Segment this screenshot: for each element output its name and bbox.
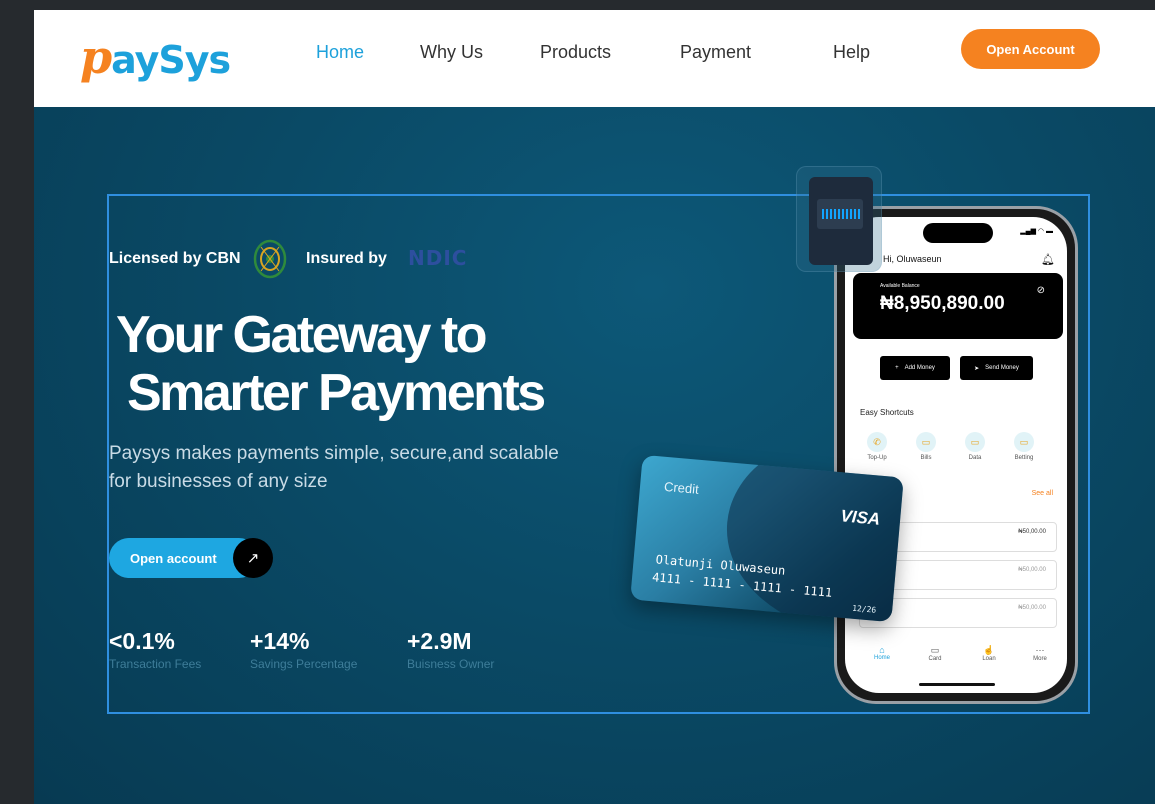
shortcut-bills: ▭ Bills <box>911 432 941 461</box>
pos-terminal-body <box>809 177 873 265</box>
stat-savings-value: +14% <box>250 628 310 654</box>
send-icon: ➤ <box>974 365 980 372</box>
stat-transaction-fees-value: <0.1% <box>109 628 175 654</box>
home-indicator <box>919 683 995 686</box>
tab-loan: ☝ Loan <box>974 645 1004 662</box>
tv-icon: ▭ <box>1014 432 1034 452</box>
home-icon: ⌂ <box>879 645 885 655</box>
eye-off-icon: ⊘ <box>1036 285 1045 296</box>
shortcut-betting: ▭ Betting <box>1009 432 1039 461</box>
balance-card: Available Balance ₦8,950,890.00 ⊘ <box>853 273 1063 339</box>
dynamic-island <box>923 223 993 243</box>
hero-subtext: Paysys makes payments simple, secure,and… <box>109 443 559 492</box>
licensed-by-cbn-text: Licensed by CBN <box>109 250 241 267</box>
add-money-button: + Add Money <box>880 356 950 380</box>
plus-icon: + <box>895 365 899 371</box>
tab-home: ⌂ Home <box>867 645 897 661</box>
phone-screen: ▂▄▆ ◠ ▬ Hi, Oluwaseun 🔔︎ Available Balan… <box>845 217 1067 693</box>
tab-card: ▭ Card <box>920 645 950 662</box>
insured-by-text: Insured by <box>306 250 387 267</box>
card-type-label: Credit <box>663 478 700 497</box>
arrow-up-right-icon[interactable]: ↗ <box>233 538 273 578</box>
headline-line-2: Smarter Payments <box>127 364 546 422</box>
pos-terminal-slot <box>822 209 860 219</box>
balance-label: Available Balance <box>880 283 920 289</box>
phone-icon: ✆ <box>867 432 887 452</box>
top-navbar: paySys Home Why Us Products Payment Help… <box>34 10 1155 107</box>
hero-headline: Your Gateway to Smarter Payments <box>116 306 546 422</box>
landing-page: paySys Home Why Us Products Payment Help… <box>34 10 1155 804</box>
open-account-hero-button[interactable]: Open account ↗ <box>109 538 273 578</box>
bell-icon: 🔔︎ <box>1041 254 1055 266</box>
see-all-link: See all <box>1031 490 1053 497</box>
loan-icon: ☝ <box>983 645 995 655</box>
stat-savings-label: Savings Percentage <box>250 657 358 671</box>
nav-home[interactable]: Home <box>316 42 364 63</box>
more-icon: ⋯ <box>1035 645 1045 655</box>
tv-icon: ▭ <box>965 432 985 452</box>
nav-why-us[interactable]: Why Us <box>420 42 483 63</box>
phone-greeting: Hi, Oluwaseun <box>883 254 942 264</box>
pos-terminal-icon <box>796 166 882 272</box>
paysys-logo[interactable]: paySys <box>80 30 231 84</box>
tv-icon: ▭ <box>916 432 936 452</box>
tab-more: ⋯ More <box>1025 645 1055 662</box>
stat-business-owner-value: +2.9M <box>407 628 472 654</box>
send-money-button: ➤ Send Money <box>960 356 1033 380</box>
nav-payment[interactable]: Payment <box>680 42 751 63</box>
shortcut-data: ▭ Data <box>960 432 990 461</box>
shortcuts-title: Easy Shortcuts <box>860 408 914 417</box>
cbn-seal-icon <box>253 239 287 279</box>
credit-card-mockup: Credit VISA Olatunji Oluwaseun 4111 - 11… <box>630 454 904 623</box>
stat-business-owner-label: Buisness Owner <box>407 657 495 671</box>
phone-mockup: ▂▄▆ ◠ ▬ Hi, Oluwaseun 🔔︎ Available Balan… <box>834 206 1078 704</box>
open-account-nav-button[interactable]: Open Account <box>961 29 1100 69</box>
pos-terminal-screen <box>817 199 863 229</box>
nav-products[interactable]: Products <box>540 42 611 63</box>
ndic-logo: NDIC <box>408 246 468 270</box>
card-icon: ▭ <box>930 645 940 655</box>
shortcut-top-up: ✆ Top-Up <box>862 432 892 461</box>
stat-transaction-fees-label: Transaction Fees <box>109 657 202 671</box>
headline-line-1: Your Gateway to <box>116 306 487 364</box>
status-bar-icons: ▂▄▆ ◠ ▬ <box>1020 228 1053 235</box>
nav-help[interactable]: Help <box>833 42 870 63</box>
balance-value: ₦8,950,890.00 <box>880 293 1005 314</box>
visa-logo: VISA <box>839 506 881 529</box>
